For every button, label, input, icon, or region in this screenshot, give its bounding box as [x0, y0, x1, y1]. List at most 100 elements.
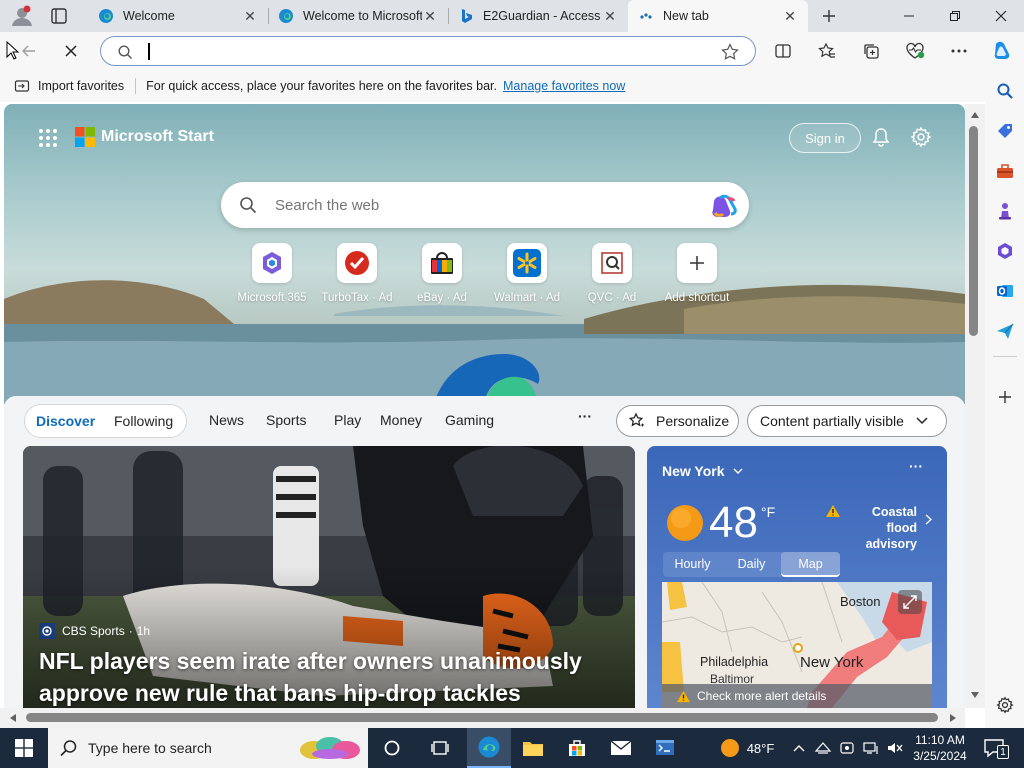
- article-card[interactable]: CBS Sports · 1h NFL players seem irate a…: [23, 446, 635, 708]
- address-bar[interactable]: [100, 36, 756, 66]
- manage-favorites-link[interactable]: Manage favorites now: [503, 79, 625, 93]
- address-input[interactable]: [147, 42, 707, 60]
- cortana-button[interactable]: [372, 728, 412, 768]
- sidebar-outlook-button[interactable]: [990, 276, 1020, 306]
- nav-news[interactable]: News: [209, 412, 244, 428]
- vertical-scrollbar[interactable]: [965, 104, 985, 708]
- quick-link-walmart[interactable]: Walmart · Ad: [484, 243, 570, 304]
- sidebar-search-button[interactable]: [990, 76, 1020, 106]
- browser-essentials-button[interactable]: [900, 36, 930, 66]
- weather-alert[interactable]: Coastal flood advisory: [825, 504, 940, 552]
- close-icon[interactable]: ✕: [242, 8, 258, 24]
- minimize-button[interactable]: [886, 0, 932, 32]
- taskbar-app-button[interactable]: [645, 728, 685, 768]
- tab-hourly[interactable]: Hourly: [663, 552, 722, 577]
- tab-e2guardian[interactable]: E2Guardian - Access D ✕: [448, 0, 628, 32]
- close-icon[interactable]: ✕: [422, 8, 438, 24]
- taskbar-clock[interactable]: 11:10 AM 3/25/2024: [908, 732, 972, 764]
- taskbar-search-box[interactable]: Type here to search: [48, 728, 368, 768]
- import-favorites-button[interactable]: Import favorites: [14, 78, 124, 94]
- new-tab-button[interactable]: [818, 6, 840, 26]
- quick-link-ebay[interactable]: eBay · Ad: [399, 243, 485, 304]
- nav-play[interactable]: Play: [334, 412, 361, 428]
- taskbar-store-button[interactable]: [557, 728, 597, 768]
- sidebar-settings-button[interactable]: [990, 690, 1020, 720]
- article-source-row: CBS Sports · 1h: [39, 623, 150, 639]
- scroll-up-arrow-icon[interactable]: [971, 112, 979, 118]
- copilot-icon[interactable]: [709, 193, 739, 219]
- personalize-button[interactable]: Personalize: [616, 405, 739, 437]
- sidebar-microsoft-365-button[interactable]: [990, 236, 1020, 266]
- restore-button[interactable]: [932, 0, 978, 32]
- add-shortcut-button[interactable]: Add shortcut: [654, 243, 740, 304]
- settings-gear-icon[interactable]: [910, 126, 932, 148]
- sidebar-tools-button[interactable]: [990, 156, 1020, 186]
- sign-in-button[interactable]: Sign in: [789, 123, 861, 153]
- taskbar-weather[interactable]: 48°F: [716, 728, 778, 768]
- close-window-button[interactable]: [978, 0, 1024, 32]
- collections-button[interactable]: [856, 36, 886, 66]
- stop-button[interactable]: [56, 36, 86, 66]
- nav-money[interactable]: Money: [380, 412, 422, 428]
- tab-welcome[interactable]: Welcome ✕: [88, 0, 268, 32]
- task-view-button[interactable]: [420, 728, 460, 768]
- taskbar-edge-button[interactable]: [467, 728, 511, 768]
- tray-device-icon[interactable]: [836, 728, 858, 768]
- back-button[interactable]: [14, 36, 44, 66]
- settings-more-button[interactable]: [944, 36, 974, 66]
- horizontal-scrollbar[interactable]: [0, 708, 965, 728]
- close-icon[interactable]: ✕: [782, 8, 798, 24]
- notifications-button[interactable]: 1: [978, 728, 1012, 768]
- brand-logo[interactable]: Microsoft Start: [75, 127, 214, 147]
- copilot-button[interactable]: [986, 36, 1018, 66]
- web-search-input[interactable]: [275, 195, 695, 215]
- article-headline[interactable]: NFL players seem irate after owners unan…: [39, 645, 619, 708]
- windows-logo-icon: [15, 739, 33, 757]
- star-icon[interactable]: [721, 43, 739, 61]
- notifications-bell-icon[interactable]: [870, 126, 892, 148]
- web-search-box[interactable]: [221, 182, 749, 228]
- scroll-down-arrow-icon[interactable]: [971, 692, 979, 698]
- tab-daily[interactable]: Daily: [722, 552, 781, 577]
- tab-discover[interactable]: Discover: [36, 413, 95, 429]
- tray-volume-icon[interactable]: [884, 728, 906, 768]
- weather-unit[interactable]: °F: [761, 504, 775, 520]
- weather-map[interactable]: Boston Philadelphia New York Baltimor Ch…: [662, 582, 932, 708]
- split-screen-button[interactable]: [768, 36, 798, 66]
- quick-link-qvc[interactable]: QVC · Ad: [569, 243, 655, 304]
- more-nav-button[interactable]: ···: [578, 408, 592, 424]
- content-visibility-dropdown[interactable]: Content partially visible: [747, 405, 947, 437]
- expand-map-button[interactable]: [898, 590, 922, 614]
- favorites-button[interactable]: [812, 36, 842, 66]
- taskbar-mail-button[interactable]: [601, 728, 641, 768]
- quick-link-turbotax[interactable]: TurboTax · Ad: [314, 243, 400, 304]
- profile-avatar-icon[interactable]: [6, 4, 34, 28]
- tab-welcome-microsoft[interactable]: Welcome to Microsoft ✕: [268, 0, 448, 32]
- tab-following[interactable]: Following: [114, 413, 173, 429]
- nav-sports[interactable]: Sports: [266, 412, 306, 428]
- tab-map[interactable]: Map: [781, 552, 840, 577]
- scrollbar-thumb[interactable]: [969, 126, 978, 336]
- quick-link-microsoft-365[interactable]: Microsoft 365: [229, 243, 315, 304]
- alert-details-bar[interactable]: Check more alert details: [662, 684, 932, 708]
- sidebar-shopping-button[interactable]: [990, 116, 1020, 146]
- sidebar-games-button[interactable]: [990, 196, 1020, 226]
- tray-network-drive-icon[interactable]: [812, 728, 834, 768]
- show-hidden-icons-button[interactable]: [790, 728, 808, 768]
- nav-gaming[interactable]: Gaming: [445, 412, 494, 428]
- scroll-right-arrow-icon[interactable]: [950, 714, 956, 722]
- tab-new-tab[interactable]: New tab ✕: [628, 0, 808, 32]
- scrollbar-thumb[interactable]: [26, 713, 938, 722]
- sidebar-drop-button[interactable]: [990, 316, 1020, 346]
- tab-actions-icon[interactable]: [50, 7, 68, 25]
- close-icon[interactable]: ✕: [602, 8, 618, 24]
- weather-location[interactable]: New York: [662, 463, 743, 479]
- sidebar-add-button[interactable]: [990, 382, 1020, 412]
- shopping-tag-icon: [998, 124, 1012, 138]
- taskbar-file-explorer-button[interactable]: [513, 728, 553, 768]
- tray-network-icon[interactable]: [860, 728, 882, 768]
- app-launcher-icon[interactable]: [38, 128, 58, 148]
- start-button[interactable]: [0, 728, 48, 768]
- scroll-left-arrow-icon[interactable]: [10, 714, 16, 722]
- weather-more-button[interactable]: ···: [909, 458, 923, 474]
